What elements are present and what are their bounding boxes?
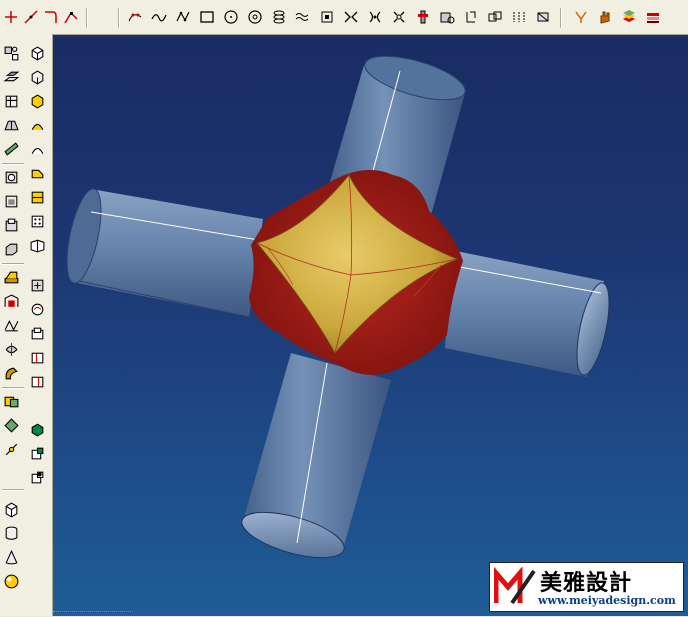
translate-icon[interactable] bbox=[484, 6, 506, 28]
rectangle-icon[interactable] bbox=[196, 6, 218, 28]
boolean-icon[interactable] bbox=[1, 391, 23, 413]
left-pipe bbox=[66, 188, 263, 318]
box-icon[interactable] bbox=[27, 91, 49, 113]
helix-icon[interactable] bbox=[268, 6, 290, 28]
watermark-logo: 美雅設計 www.meiyadesign.com bbox=[489, 562, 684, 612]
stack-icon[interactable] bbox=[618, 6, 640, 28]
cylinder-icon[interactable] bbox=[1, 523, 23, 545]
rib-icon[interactable] bbox=[1, 115, 23, 137]
sphere-icon[interactable] bbox=[1, 571, 23, 593]
intersect-icon[interactable] bbox=[412, 6, 434, 28]
offset-icon[interactable] bbox=[316, 6, 338, 28]
top-toolbar-row bbox=[0, 6, 688, 30]
fillet-icon[interactable] bbox=[436, 6, 458, 28]
shell-icon[interactable] bbox=[1, 239, 23, 261]
bottom-pipe bbox=[241, 353, 391, 559]
pad-icon[interactable] bbox=[1, 67, 23, 89]
pattern-icon[interactable] bbox=[1, 363, 23, 385]
hide-icon[interactable] bbox=[532, 6, 554, 28]
polyline-icon[interactable] bbox=[148, 6, 170, 28]
assemble-icon[interactable] bbox=[1, 415, 23, 437]
solid-fill-icon[interactable] bbox=[27, 419, 49, 441]
project-icon[interactable] bbox=[388, 6, 410, 28]
line-icon[interactable] bbox=[20, 6, 42, 28]
circle-icon[interactable] bbox=[220, 6, 242, 28]
wave-icon[interactable] bbox=[292, 6, 314, 28]
spline-icon[interactable] bbox=[60, 6, 82, 28]
solid-copy-icon[interactable] bbox=[27, 467, 49, 489]
color-icon[interactable] bbox=[27, 323, 49, 345]
cube-icon[interactable] bbox=[1, 499, 23, 521]
gear-icon[interactable] bbox=[27, 235, 49, 257]
concentric-circle-icon[interactable] bbox=[244, 6, 266, 28]
connect-icon[interactable] bbox=[172, 6, 194, 28]
round-icon[interactable] bbox=[27, 275, 49, 297]
grid-icon[interactable] bbox=[27, 187, 49, 209]
view-3d-icon[interactable] bbox=[27, 43, 49, 65]
left-toolbar bbox=[0, 34, 53, 616]
paint-icon[interactable] bbox=[27, 347, 49, 369]
chamfer-icon[interactable] bbox=[1, 191, 23, 213]
hole-icon[interactable] bbox=[1, 139, 23, 161]
sew-icon[interactable] bbox=[1, 315, 23, 337]
watermark-url: www.meiyadesign.com bbox=[538, 594, 676, 607]
mirror-sketch-icon[interactable] bbox=[508, 6, 530, 28]
solid-edit-icon[interactable] bbox=[27, 443, 49, 465]
hand-icon[interactable] bbox=[594, 6, 616, 28]
fillet-edge-icon[interactable] bbox=[1, 167, 23, 189]
book-icon[interactable] bbox=[27, 211, 49, 233]
relimit-icon[interactable] bbox=[364, 6, 386, 28]
split-icon[interactable] bbox=[1, 291, 23, 313]
corner-icon[interactable] bbox=[40, 6, 62, 28]
copy-icon[interactable] bbox=[27, 299, 49, 321]
multi-select-icon[interactable] bbox=[570, 6, 592, 28]
sketch-icon[interactable] bbox=[1, 43, 23, 65]
cross-pipe-model bbox=[66, 55, 610, 559]
top-toolbar bbox=[0, 0, 688, 35]
cone-icon[interactable] bbox=[1, 547, 23, 569]
iso-view-icon[interactable] bbox=[27, 67, 49, 89]
open-icon[interactable] bbox=[27, 163, 49, 185]
draft-icon[interactable] bbox=[1, 215, 23, 237]
point-on-curve-icon[interactable] bbox=[124, 6, 146, 28]
face-icon[interactable] bbox=[27, 139, 49, 161]
shaft-icon[interactable] bbox=[1, 91, 23, 113]
watermark-title: 美雅設計 bbox=[540, 571, 633, 596]
point-icon[interactable] bbox=[0, 6, 22, 28]
mirror-icon[interactable] bbox=[1, 339, 23, 361]
paint-bucket-icon[interactable] bbox=[27, 371, 49, 393]
3d-viewport[interactable]: 美雅設計 www.meiyadesign.com bbox=[53, 35, 688, 616]
thickness-icon[interactable] bbox=[1, 267, 23, 289]
status-strip bbox=[53, 611, 133, 617]
meiya-logo-icon bbox=[494, 567, 536, 605]
axis-icon[interactable] bbox=[1, 439, 23, 461]
curve-icon[interactable] bbox=[27, 115, 49, 137]
layers-icon[interactable] bbox=[642, 6, 664, 28]
break-icon[interactable] bbox=[460, 6, 482, 28]
trim-icon[interactable] bbox=[340, 6, 362, 28]
right-pipe bbox=[445, 250, 610, 377]
